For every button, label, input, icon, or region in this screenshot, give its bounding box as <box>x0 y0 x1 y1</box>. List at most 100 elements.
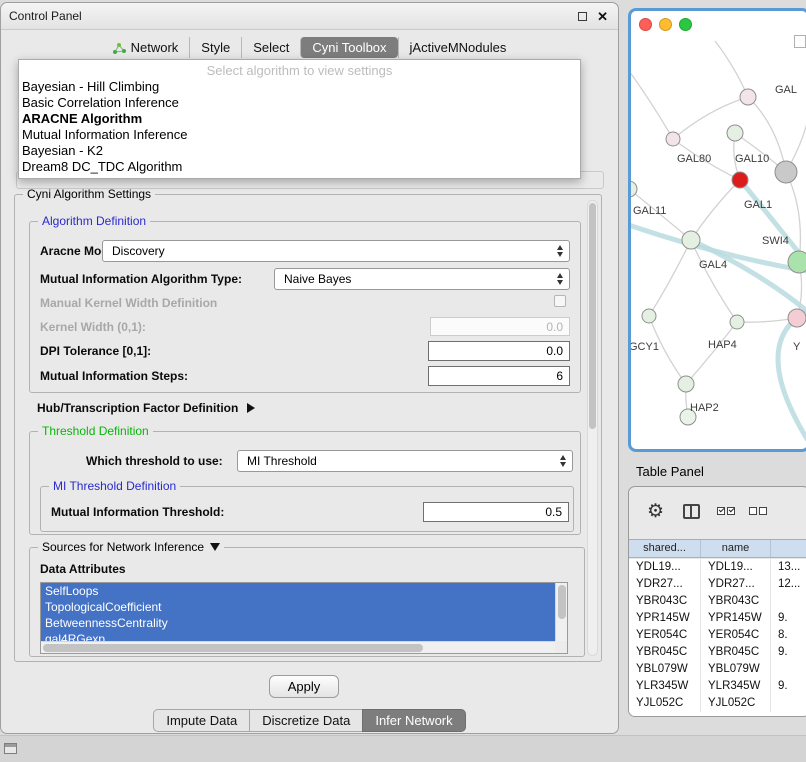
which-threshold-select[interactable]: MI Threshold <box>237 450 573 472</box>
network-edge <box>649 240 691 316</box>
attribute-list-vertical-scrollbar[interactable] <box>555 583 567 641</box>
network-node[interactable] <box>727 125 743 141</box>
network-node[interactable] <box>740 89 756 105</box>
data-attribute-item[interactable]: gal4RGexp <box>41 631 555 641</box>
mi-threshold-input[interactable]: 0.5 <box>423 502 569 522</box>
mi-type-select[interactable]: Naive Bayes <box>274 268 570 290</box>
network-node[interactable] <box>642 309 656 323</box>
select-all-checkboxes-icon[interactable] <box>717 507 735 515</box>
column-header-1[interactable]: shared... <box>629 540 701 557</box>
table-row[interactable]: YPR145WYPR145W9. <box>629 610 806 627</box>
algorithm-definition-groupbox: Algorithm Definition Aracne Mode: Discov… <box>29 221 581 393</box>
network-node[interactable] <box>730 315 744 329</box>
table-row[interactable]: YER054CYER054C8. <box>629 627 806 644</box>
zoom-traffic-light-icon[interactable] <box>679 18 692 31</box>
network-node[interactable] <box>682 231 700 249</box>
mi-steps-input[interactable]: 6 <box>428 366 570 386</box>
scrollbar-thumb[interactable] <box>589 203 596 429</box>
attribute-list-horizontal-scrollbar[interactable] <box>41 641 555 653</box>
mi-threshold-title: MI Threshold Definition <box>49 479 180 493</box>
network-node[interactable] <box>775 161 797 183</box>
network-node[interactable] <box>788 251 806 273</box>
settings-vertical-scrollbar[interactable] <box>587 200 598 656</box>
network-view-window[interactable]: GALGAL80GAL10GAL11GAL1SWI4GAL4GCY1HAP4YH… <box>628 8 806 452</box>
deselect-all-checkboxes-icon[interactable] <box>749 507 767 515</box>
data-attribute-item[interactable]: SelfLoops <box>41 583 555 599</box>
network-node-label: Y <box>793 341 801 353</box>
bottom-tab-infer-network[interactable]: Infer Network <box>362 709 465 732</box>
expand-arrow-icon[interactable] <box>247 403 255 413</box>
algorithm-option[interactable]: Basic Correlation Inference <box>19 95 580 111</box>
titlebar[interactable]: Control Panel ✕ <box>1 3 618 30</box>
mi-steps-label: Mutual Information Steps: <box>40 369 188 383</box>
network-node[interactable] <box>732 172 748 188</box>
data-attribute-item[interactable]: BetweennessCentrality <box>41 615 555 631</box>
scrollbar-thumb[interactable] <box>43 644 423 652</box>
manual-kernel-label: Manual Kernel Width Definition <box>40 296 217 310</box>
column-header-2[interactable]: name <box>701 540 771 557</box>
tab-label: Network <box>131 40 179 55</box>
sources-title-text: Sources for Network Inference <box>42 540 204 554</box>
table-cell: YBR045C <box>701 644 771 661</box>
table-row[interactable]: YBR045CYBR045C9. <box>629 644 806 661</box>
network-scrollbar[interactable] <box>794 35 806 48</box>
table-row[interactable]: YBR043CYBR043C <box>629 593 806 610</box>
table-cell: YBR045C <box>629 644 701 661</box>
table-body: YDL19...YDL19...13...YDR27...YDR27...12.… <box>629 559 806 716</box>
algorithm-option[interactable]: ARACNE Algorithm <box>19 111 580 127</box>
kernel-width-input[interactable]: 0.0 <box>430 317 570 336</box>
mi-type-value: Naive Bayes <box>284 272 351 286</box>
network-node[interactable] <box>788 309 806 327</box>
tab-select[interactable]: Select <box>241 37 300 58</box>
apply-button[interactable]: Apply <box>269 675 339 698</box>
table-cell: 9. <box>771 678 806 695</box>
aracne-mode-select[interactable]: Discovery <box>102 240 570 262</box>
network-node-label: GAL10 <box>735 153 769 165</box>
minimize-traffic-light-icon[interactable] <box>659 18 672 31</box>
tab-cyni-toolbox[interactable]: Cyni Toolbox <box>300 37 397 58</box>
manual-kernel-checkbox[interactable] <box>554 295 566 307</box>
table-row[interactable]: YDR27...YDR27...12... <box>629 576 806 593</box>
network-node-label: HAP4 <box>708 339 737 351</box>
minimized-panel-icon[interactable] <box>4 743 17 754</box>
tab-jactivemnodules[interactable]: jActiveMNodules <box>398 37 518 58</box>
table-cell: YER054C <box>701 627 771 644</box>
bottom-tab-discretize-data[interactable]: Discretize Data <box>249 709 363 732</box>
bottom-tab-impute-data[interactable]: Impute Data <box>153 709 250 732</box>
table-cell: 8. <box>771 627 806 644</box>
algorithm-option[interactable]: Mutual Information Inference <box>19 127 580 143</box>
close-icon[interactable]: ✕ <box>597 3 608 30</box>
tab-network[interactable]: Network <box>102 37 190 58</box>
network-node-label: GAL1 <box>744 199 772 211</box>
gear-icon[interactable]: ⚙ <box>647 500 664 523</box>
algorithm-option[interactable]: Dream8 DC_TDC Algorithm <box>19 159 580 175</box>
tab-style[interactable]: Style <box>189 37 241 58</box>
algorithm-option[interactable]: Bayesian - Hill Climbing <box>19 79 580 95</box>
table-row[interactable]: YJL052CYJL052C <box>629 695 806 712</box>
data-attribute-item[interactable]: TopologicalCoefficient <box>41 599 555 615</box>
top-tab-bar: Network StyleSelectCyni ToolboxjActiveMNo… <box>1 37 618 58</box>
table-panel-window: ⚙ shared...name YDL19...YDL19...13...YDR… <box>628 486 806 717</box>
table-row[interactable]: YLR345WYLR345W9. <box>629 678 806 695</box>
table-cell: YJL052C <box>701 695 771 712</box>
scrollbar-thumb[interactable] <box>558 585 566 619</box>
algorithm-option[interactable]: Bayesian - K2 <box>19 143 580 159</box>
network-node[interactable] <box>666 132 680 146</box>
table-cell: YBL079W <box>629 661 701 678</box>
network-canvas[interactable]: GALGAL80GAL10GAL11GAL1SWI4GAL4GCY1HAP4YH… <box>631 11 806 449</box>
dpi-tolerance-input[interactable]: 0.0 <box>428 341 570 361</box>
network-node[interactable] <box>678 376 694 392</box>
close-traffic-light-icon[interactable] <box>639 18 652 31</box>
table-row[interactable]: YBL079WYBL079W <box>629 661 806 678</box>
control-panel-window: Control Panel ✕ Network StyleSelectCyni T… <box>0 2 619 734</box>
status-strip <box>0 735 806 762</box>
network-edge-thick <box>740 180 806 263</box>
float-window-icon[interactable] <box>578 12 587 21</box>
hub-definition-section[interactable]: Hub/Transcription Factor Definition <box>37 401 255 415</box>
table-row[interactable]: YDL19...YDL19...13... <box>629 559 806 576</box>
collapse-arrow-icon[interactable] <box>210 543 220 551</box>
column-header-3[interactable] <box>771 540 806 557</box>
data-attribute-list[interactable]: SelfLoopsTopologicalCoefficientBetweenne… <box>40 582 568 654</box>
desktop: Control Panel ✕ Network StyleSelectCyni T… <box>0 0 806 762</box>
columns-icon[interactable] <box>683 504 700 519</box>
